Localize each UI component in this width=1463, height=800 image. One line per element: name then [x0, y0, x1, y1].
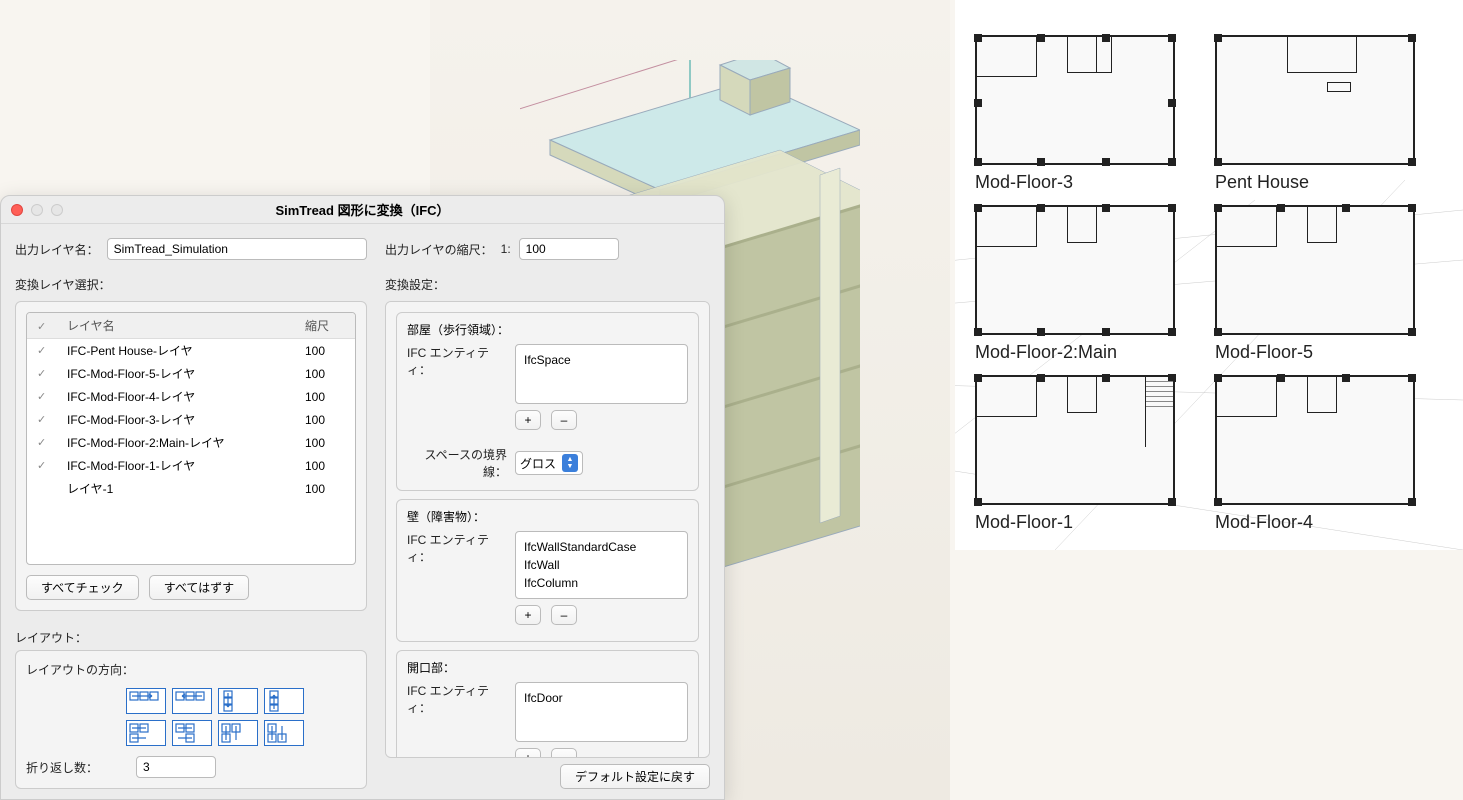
- layer-row[interactable]: ✓ IFC-Mod-Floor-5-レイヤ 100: [27, 362, 355, 385]
- boundary-label: スペースの境界線：: [407, 446, 507, 480]
- layer-name: IFC-Mod-Floor-5-レイヤ: [57, 362, 295, 385]
- room-entity-list[interactable]: IfcSpace: [515, 344, 688, 404]
- wall-entity-label: IFC エンティティ：: [407, 531, 507, 565]
- layout-dir-option-7[interactable]: [218, 720, 258, 746]
- layer-name: IFC-Mod-Floor-1-レイヤ: [57, 454, 295, 477]
- wall-remove-button[interactable]: –: [551, 605, 577, 625]
- room-title: 部屋（歩行領域）：: [407, 321, 688, 338]
- titlebar[interactable]: SimTread 図形に変換（IFC）: [1, 196, 724, 224]
- entity-item[interactable]: IfcSpace: [524, 351, 679, 369]
- wrap-input[interactable]: [136, 756, 216, 778]
- layer-row[interactable]: ✓ IFC-Mod-Floor-3-レイヤ 100: [27, 408, 355, 431]
- room-remove-button[interactable]: –: [551, 410, 577, 430]
- layout-dir-option-4[interactable]: [264, 688, 304, 714]
- plan-label: Mod-Floor-4: [1215, 512, 1313, 533]
- settings-label: 変換設定：: [385, 276, 710, 293]
- layout-dir-option-5[interactable]: [126, 720, 166, 746]
- layer-check[interactable]: ✓: [27, 339, 57, 363]
- layout-dir-option-2[interactable]: [172, 688, 212, 714]
- plan-mod-floor-3: [975, 35, 1175, 165]
- layer-name: IFC-Mod-Floor-4-レイヤ: [57, 385, 295, 408]
- layer-row[interactable]: ✓ IFC-Pent House-レイヤ 100: [27, 339, 355, 363]
- opening-add-button[interactable]: +: [515, 748, 541, 758]
- layer-check[interactable]: ✓: [27, 385, 57, 408]
- maximize-icon[interactable]: [51, 204, 63, 216]
- opening-entity-label: IFC エンティティ：: [407, 682, 507, 716]
- plan-label: Mod-Floor-2:Main: [975, 342, 1117, 363]
- wall-entity-list[interactable]: IfcWallStandardCase IfcWall IfcColumn: [515, 531, 688, 599]
- entity-item[interactable]: IfcColumn: [524, 574, 679, 592]
- layout-dir-option-1[interactable]: [126, 688, 166, 714]
- wall-title: 壁（障害物）：: [407, 508, 688, 525]
- layer-check[interactable]: ✓: [27, 362, 57, 385]
- layer-select-label: 変換レイヤ選択：: [15, 276, 367, 293]
- plan-mod-floor-2: [975, 205, 1175, 335]
- layer-table[interactable]: ✓ レイヤ名 縮尺 ✓ IFC-Pent House-レイヤ 100✓ IFC-…: [26, 312, 356, 565]
- scale-label: 出力レイヤの縮尺：: [385, 241, 493, 258]
- layer-row[interactable]: ✓ IFC-Mod-Floor-4-レイヤ 100: [27, 385, 355, 408]
- layer-check[interactable]: ✓: [27, 408, 57, 431]
- layer-name: IFC-Mod-Floor-3-レイヤ: [57, 408, 295, 431]
- close-icon[interactable]: [11, 204, 23, 216]
- layer-scale: 100: [295, 431, 355, 454]
- layer-row[interactable]: レイヤ-1 100: [27, 477, 355, 500]
- room-fieldset: 部屋（歩行領域）： IFC エンティティ： IfcSpace + – スペースの…: [396, 312, 699, 491]
- layout-dir-option-6[interactable]: [172, 720, 212, 746]
- plan-label: Mod-Floor-5: [1215, 342, 1313, 363]
- layer-scale: 100: [295, 339, 355, 363]
- layout-dir-option-8[interactable]: [264, 720, 304, 746]
- plan-pent-house: [1215, 35, 1415, 165]
- scale-input[interactable]: [519, 238, 619, 260]
- layer-row[interactable]: ✓ IFC-Mod-Floor-1-レイヤ 100: [27, 454, 355, 477]
- select-arrows-icon: ▲▼: [562, 454, 578, 472]
- plan-label: Pent House: [1215, 172, 1309, 193]
- wrap-label: 折り返し数：: [26, 759, 98, 776]
- boundary-value: グロス: [520, 455, 556, 472]
- plan-mod-floor-1: [975, 375, 1175, 505]
- floor-plans-panel: Mod-Floor-3 Pent House Mod-Floor-2:Main …: [955, 0, 1463, 550]
- layout-label: レイアウト：: [15, 629, 367, 646]
- layer-name: IFC-Mod-Floor-2:Main-レイヤ: [57, 431, 295, 454]
- wall-fieldset: 壁（障害物）： IFC エンティティ： IfcWallStandardCase …: [396, 499, 699, 642]
- layer-name: IFC-Pent House-レイヤ: [57, 339, 295, 363]
- room-add-button[interactable]: +: [515, 410, 541, 430]
- col-name-header[interactable]: レイヤ名: [57, 313, 295, 339]
- layer-check[interactable]: [27, 477, 57, 500]
- plan-mod-floor-4: [1215, 375, 1415, 505]
- boundary-select[interactable]: グロス ▲▼: [515, 451, 583, 475]
- opening-fieldset: 開口部： IFC エンティティ： IfcDoor + – 開口部の条件設定...: [396, 650, 699, 758]
- scale-prefix: 1:: [501, 242, 511, 256]
- wall-add-button[interactable]: +: [515, 605, 541, 625]
- opening-title: 開口部：: [407, 659, 688, 676]
- dialog-title: SimTread 図形に変換（IFC）: [13, 200, 712, 219]
- layer-check[interactable]: ✓: [27, 431, 57, 454]
- plan-mod-floor-5: [1215, 205, 1415, 335]
- layer-scale: 100: [295, 385, 355, 408]
- opening-remove-button[interactable]: –: [551, 748, 577, 758]
- layer-scale: 100: [295, 477, 355, 500]
- entity-item[interactable]: IfcWallStandardCase: [524, 538, 679, 556]
- plan-label: Mod-Floor-1: [975, 512, 1073, 533]
- layout-dir-label: レイアウトの方向：: [26, 661, 134, 678]
- layer-scale: 100: [295, 454, 355, 477]
- plan-label: Mod-Floor-3: [975, 172, 1073, 193]
- layer-row[interactable]: ✓ IFC-Mod-Floor-2:Main-レイヤ 100: [27, 431, 355, 454]
- default-settings-button[interactable]: デフォルト設定に戻す: [560, 764, 710, 789]
- output-layer-input[interactable]: [107, 238, 367, 260]
- layer-scale: 100: [295, 362, 355, 385]
- layer-scale: 100: [295, 408, 355, 431]
- uncheck-all-button[interactable]: すべてはずす: [149, 575, 249, 600]
- output-layer-label: 出力レイヤ名：: [15, 241, 99, 258]
- col-scale-header[interactable]: 縮尺: [295, 313, 355, 339]
- layer-check[interactable]: ✓: [27, 454, 57, 477]
- layer-name: レイヤ-1: [57, 477, 295, 500]
- convert-ifc-dialog: SimTread 図形に変換（IFC） 出力レイヤ名： 変換レイヤ選択： ✓ レ…: [0, 195, 725, 800]
- opening-entity-list[interactable]: IfcDoor: [515, 682, 688, 742]
- room-entity-label: IFC エンティティ：: [407, 344, 507, 378]
- entity-item[interactable]: IfcDoor: [524, 689, 679, 707]
- layout-dir-option-3[interactable]: [218, 688, 258, 714]
- check-all-button[interactable]: すべてチェック: [26, 575, 139, 600]
- entity-item[interactable]: IfcWall: [524, 556, 679, 574]
- minimize-icon[interactable]: [31, 204, 43, 216]
